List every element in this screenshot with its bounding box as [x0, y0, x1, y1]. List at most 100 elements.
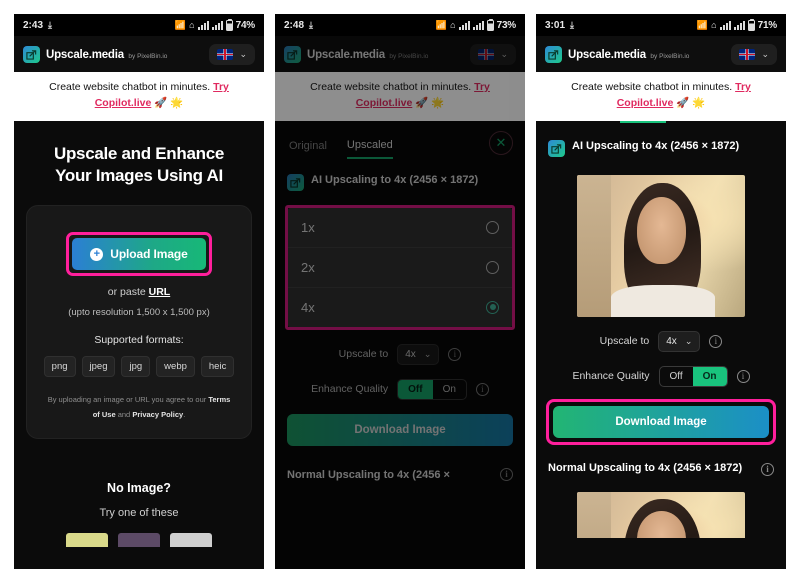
- tab-upscaled[interactable]: Upscaled: [346, 139, 393, 159]
- info-icon[interactable]: i: [500, 467, 513, 481]
- enhance-on-option[interactable]: On: [692, 366, 727, 386]
- info-icon[interactable]: i: [475, 382, 489, 396]
- chevron-down-icon: ⌄: [684, 335, 693, 346]
- download-icon: ⤓: [309, 19, 313, 30]
- promo-link-copilot[interactable]: Copilot.live: [356, 97, 413, 109]
- supported-formats-label: Supported formats:: [94, 334, 184, 347]
- status-time: 2:48: [284, 19, 305, 31]
- vpn-icon: ⌂: [711, 19, 717, 30]
- privacy-policy-link[interactable]: Privacy Policy: [132, 410, 183, 419]
- sample-thumbnail[interactable]: [170, 532, 212, 547]
- status-bar: 2:43 ⤓ 📶 ⌂ 74%: [14, 14, 264, 36]
- language-selector[interactable]: ⌄: [470, 43, 516, 65]
- terms-and: and: [115, 409, 133, 419]
- app-header: Upscale.media by PixelBin.io ⌄: [275, 36, 525, 72]
- sample-thumbnail[interactable]: [66, 532, 108, 547]
- promo-link-try[interactable]: Try: [474, 81, 490, 93]
- upscale-to-select[interactable]: 4x ⌄: [397, 343, 440, 365]
- uk-flag-icon: [217, 48, 234, 60]
- upload-image-button[interactable]: + Upload Image: [72, 238, 206, 271]
- status-time: 2:43: [23, 19, 44, 31]
- enhance-on-option[interactable]: On: [433, 380, 466, 399]
- promo-text: Create website chatbot in minutes.: [310, 81, 472, 93]
- no-image-heading: No Image?: [107, 480, 171, 495]
- battery-icon: [486, 18, 494, 31]
- phone-panel-3: 3:01 ⤓ 📶 ⌂ 71% Upscale.media by PixelBin…: [536, 14, 786, 569]
- upscale-to-value: 4x: [405, 348, 416, 360]
- enhance-off-option[interactable]: Off: [660, 367, 693, 386]
- promo-text: Create website chatbot in minutes.: [49, 81, 211, 93]
- chevron-down-icon: ⌄: [500, 48, 508, 59]
- enhance-quality-toggle[interactable]: Off On: [658, 365, 728, 387]
- expand-arrow-icon: [287, 173, 304, 191]
- brand-logo[interactable]: Upscale.media by PixelBin.io: [284, 45, 429, 63]
- promo-banner[interactable]: Create website chatbot in minutes. Try C…: [275, 72, 525, 121]
- upload-button-highlight: + Upload Image: [66, 232, 212, 277]
- tab-original[interactable]: Original: [289, 140, 327, 158]
- chevron-down-icon: ⌄: [423, 348, 432, 359]
- promo-emoji: 🚀 🌟: [676, 96, 706, 109]
- signal-bars-icon: [197, 20, 209, 30]
- resolution-note: (upto resolution 1,500 x 1,500 px): [68, 307, 210, 319]
- ai-upscaling-title: AI Upscaling to 4x (2456 × 1872): [311, 173, 479, 186]
- upload-image-label: Upload Image: [110, 247, 188, 262]
- app-header: Upscale.media by PixelBin.io ⌄: [536, 36, 786, 72]
- format-chip: jpg: [121, 356, 151, 378]
- enhance-quality-toggle[interactable]: Off On: [397, 378, 467, 400]
- paste-prefix: or paste: [107, 286, 149, 299]
- radio-icon[interactable]: [486, 220, 499, 234]
- radio-icon[interactable]: [486, 260, 499, 274]
- radio-icon-selected[interactable]: [486, 300, 499, 314]
- language-selector[interactable]: ⌄: [731, 43, 777, 65]
- info-icon[interactable]: i: [448, 347, 462, 361]
- brand-logo[interactable]: Upscale.media by PixelBin.io: [545, 45, 689, 63]
- upscaled-image-preview[interactable]: [548, 174, 774, 317]
- scale-option-2x[interactable]: 2x: [288, 248, 512, 288]
- promo-link-try[interactable]: Try: [735, 81, 751, 93]
- promo-emoji: 🚀 🌟: [154, 96, 184, 109]
- enhance-quality-label: Enhance Quality: [311, 383, 389, 395]
- normal-upscaling-title: Normal Upscaling to 4x (2456 × 1872): [548, 461, 743, 474]
- paste-url-link[interactable]: URL: [149, 286, 171, 298]
- panel1-body: Upscale and Enhance Your Images Using AI…: [14, 120, 264, 569]
- signal-bars-icon: [458, 20, 470, 30]
- download-image-button[interactable]: Download Image: [287, 413, 513, 446]
- download-image-button[interactable]: Download Image: [553, 405, 769, 438]
- sample-thumbnail-list: [14, 532, 264, 547]
- normal-upscaling-title: Normal Upscaling to 4x (2456 ×: [287, 468, 450, 481]
- upscale-to-select[interactable]: 4x ⌄: [658, 330, 701, 352]
- promo-link-copilot[interactable]: Copilot.live: [617, 97, 674, 109]
- upscale-to-value: 4x: [666, 335, 677, 347]
- download-icon: ⤓: [570, 19, 574, 30]
- normal-upscaling-title-row: Normal Upscaling to 4x (2456 × 1872) i: [536, 445, 786, 486]
- promo-banner[interactable]: Create website chatbot in minutes. Try C…: [14, 72, 264, 121]
- upscale-to-label: Upscale to: [338, 348, 389, 360]
- brand-sublabel: by PixelBin.io: [389, 52, 429, 60]
- info-icon[interactable]: i: [761, 462, 774, 476]
- brand-logo[interactable]: Upscale.media by PixelBin.io: [23, 45, 168, 63]
- app-header: Upscale.media by PixelBin.io ⌄: [14, 36, 264, 72]
- panel3-body: AI Upscaling to 4x (2456 × 1872) Upscale…: [536, 120, 786, 569]
- scale-option-1x[interactable]: 1x: [288, 208, 512, 248]
- promo-link-copilot[interactable]: Copilot.live: [95, 97, 152, 109]
- info-icon[interactable]: i: [709, 334, 723, 348]
- vpn-icon: ⌂: [450, 19, 456, 30]
- language-selector[interactable]: ⌄: [209, 43, 255, 65]
- enhance-off-option[interactable]: Off: [398, 379, 433, 399]
- info-icon[interactable]: i: [736, 369, 750, 383]
- format-chip: heic: [200, 356, 235, 378]
- wifi-icon: 📶: [174, 19, 187, 30]
- promo-banner[interactable]: Create website chatbot in minutes. Try C…: [536, 72, 786, 121]
- normal-upscaled-image-preview[interactable]: [548, 491, 774, 538]
- uk-flag-icon: [478, 48, 495, 60]
- close-icon[interactable]: ✕: [489, 130, 513, 155]
- status-bar: 3:01 ⤓ 📶 ⌂ 71%: [536, 14, 786, 36]
- signal-bars-icon: [719, 20, 731, 30]
- scale-option-4x[interactable]: 4x: [288, 288, 512, 327]
- promo-link-try[interactable]: Try: [213, 81, 229, 93]
- ai-upscaling-title: AI Upscaling to 4x (2456 × 1872): [572, 139, 740, 152]
- hero-line-2: Your Images Using AI: [55, 165, 223, 185]
- brand-sublabel: by PixelBin.io: [128, 52, 168, 60]
- sample-thumbnail[interactable]: [118, 532, 160, 547]
- uk-flag-icon: [739, 48, 756, 60]
